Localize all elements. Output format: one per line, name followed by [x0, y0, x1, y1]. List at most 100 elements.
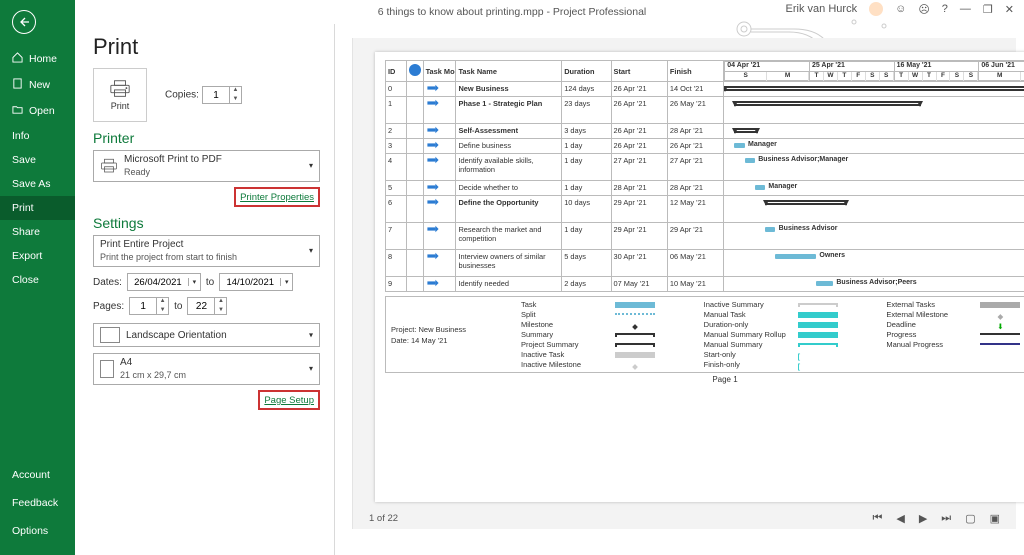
nav-item-share[interactable]: Share: [0, 220, 75, 244]
copies-spinner[interactable]: ▲▼: [202, 86, 242, 104]
legend-swatch: [980, 333, 1020, 339]
feedback-smile-icon[interactable]: ☺: [895, 3, 906, 15]
page-title: Print: [93, 34, 320, 60]
page-to-input[interactable]: ▲▼: [187, 297, 227, 315]
printer-dropdown[interactable]: Microsoft Print to PDF Ready ▾: [93, 150, 320, 182]
dates-label: Dates:: [93, 277, 122, 288]
back-button[interactable]: [12, 10, 36, 34]
new-icon: [12, 78, 23, 92]
title-bar: 6 things to know about printing.mpp - Pr…: [0, 0, 1024, 24]
printer-icon: [109, 79, 131, 99]
gantt-table: ID Task Mode Task Name Duration Start Fi…: [385, 60, 1024, 292]
copies-label: Copies:: [165, 90, 199, 101]
task-bar: [734, 143, 744, 148]
paper-size-dropdown[interactable]: A4 21 cm x 29,7 cm ▾: [93, 353, 320, 385]
manual-schedule-icon: [426, 184, 440, 193]
pages-label: Pages:: [93, 301, 124, 312]
summary-bar: [724, 86, 1024, 91]
minimize-button[interactable]: —: [960, 3, 971, 15]
task-bar: [775, 254, 816, 259]
page-from-input[interactable]: ▲▼: [129, 297, 169, 315]
printer-heading: Printer: [93, 130, 320, 146]
nav-item-feedback[interactable]: Feedback: [0, 489, 75, 517]
manual-schedule-icon: [426, 157, 440, 166]
legend-swatch: [615, 352, 655, 358]
manual-schedule-icon: [426, 226, 440, 235]
landscape-icon: [100, 327, 120, 343]
home-icon: [12, 52, 23, 66]
nav-item-save-as[interactable]: Save As: [0, 172, 75, 196]
table-row: 3Define business1 day26 Apr '2126 Apr '2…: [386, 139, 1024, 154]
nav-item-new[interactable]: New: [0, 72, 75, 98]
feedback-frown-icon[interactable]: ☹: [918, 3, 929, 16]
last-page-button[interactable]: ⏭: [941, 512, 951, 525]
preview-footer: 1 of 22 ⏮ ◀ ▶ ⏭ ▢ ▣: [369, 512, 1000, 525]
print-settings-panel: Print Print Copies: ▲▼ Printer Microsoft…: [75, 24, 335, 555]
legend-swatch: [: [798, 352, 838, 358]
next-page-button[interactable]: ▶: [919, 512, 927, 525]
manual-schedule-icon: [426, 85, 440, 94]
legend-swatch: [798, 322, 838, 328]
task-bar: [765, 227, 775, 232]
manual-schedule-icon: [426, 280, 440, 289]
chevron-down-icon: ▾: [309, 331, 313, 340]
nav-item-export[interactable]: Export: [0, 244, 75, 268]
legend-swatch: [615, 333, 655, 337]
nav-item-save[interactable]: Save: [0, 148, 75, 172]
orientation-dropdown[interactable]: Landscape Orientation ▾: [93, 323, 320, 347]
printer-properties-link[interactable]: Printer Properties: [240, 192, 314, 203]
manual-schedule-icon: [426, 127, 440, 136]
nav-item-print[interactable]: Print: [0, 196, 75, 220]
user-name[interactable]: Erik van Hurck: [786, 3, 858, 15]
help-button[interactable]: ?: [942, 3, 948, 15]
assignment-label: Business Advisor;Peers: [836, 279, 916, 286]
avatar[interactable]: [869, 2, 883, 16]
table-row: 0New Business124 days26 Apr '2114 Oct '2…: [386, 82, 1024, 97]
info-icon: [409, 64, 421, 76]
nav-item-home[interactable]: Home: [0, 46, 75, 72]
chevron-down-icon: ▾: [309, 363, 313, 375]
printer-icon: [100, 157, 118, 175]
page-number: Page 1: [385, 375, 1024, 384]
assignment-label: Manager: [748, 141, 777, 148]
settings-heading: Settings: [93, 215, 320, 231]
first-page-button[interactable]: ⏮: [872, 512, 882, 525]
nav-item-close[interactable]: Close: [0, 268, 75, 292]
nav-item-open[interactable]: Open: [0, 98, 75, 124]
date-to-input[interactable]: ▾: [219, 273, 293, 291]
nav-item-info[interactable]: Info: [0, 124, 75, 148]
backstage-nav: HomeNewOpenInfoSaveSave AsPrintShareExpo…: [0, 0, 75, 555]
legend-swatch: [615, 343, 655, 347]
zoom-multi-button[interactable]: ▣: [990, 512, 1000, 525]
zoom-page-button[interactable]: ▢: [965, 512, 975, 525]
legend-swatch: [980, 302, 1020, 308]
table-row: 2Self-Assessment3 days26 Apr '2128 Apr '…: [386, 124, 1024, 139]
table-row: 1Phase 1 - Strategic Plan23 days26 Apr '…: [386, 97, 1024, 124]
chevron-down-icon: ▾: [309, 245, 313, 257]
legend-swatch: [798, 312, 838, 318]
restore-button[interactable]: ❐: [983, 3, 993, 16]
legend-swatch: ◆: [615, 322, 655, 328]
legend-swatch: [798, 343, 838, 347]
legend-swatch: [615, 302, 655, 308]
date-from-input[interactable]: ▾: [127, 273, 201, 291]
document-title: 6 things to know about printing.mpp - Pr…: [378, 6, 646, 18]
page-counter: 1 of 22: [369, 513, 398, 524]
copies-input[interactable]: [203, 90, 229, 101]
table-row: 6Define the Opportunity10 days29 Apr '21…: [386, 196, 1024, 223]
close-button[interactable]: ✕: [1005, 3, 1014, 16]
chevron-down-icon: ▾: [309, 160, 313, 172]
table-row: 8Interview owners of similar businesses5…: [386, 250, 1024, 277]
assignment-label: Manager: [768, 183, 797, 190]
print-scope-dropdown[interactable]: Print Entire Project Print the project f…: [93, 235, 320, 267]
task-bar: [816, 281, 833, 286]
nav-item-account[interactable]: Account: [0, 461, 75, 489]
print-button[interactable]: Print: [93, 68, 147, 122]
nav-item-options[interactable]: Options: [0, 517, 75, 545]
page-setup-link[interactable]: Page Setup: [264, 395, 314, 406]
task-bar: [745, 158, 755, 163]
assignment-label: Business Advisor;Manager: [758, 156, 848, 163]
preview-page: ID Task Mode Task Name Duration Start Fi…: [375, 52, 1024, 502]
paper-icon: [100, 360, 114, 378]
prev-page-button[interactable]: ◀: [896, 512, 904, 525]
